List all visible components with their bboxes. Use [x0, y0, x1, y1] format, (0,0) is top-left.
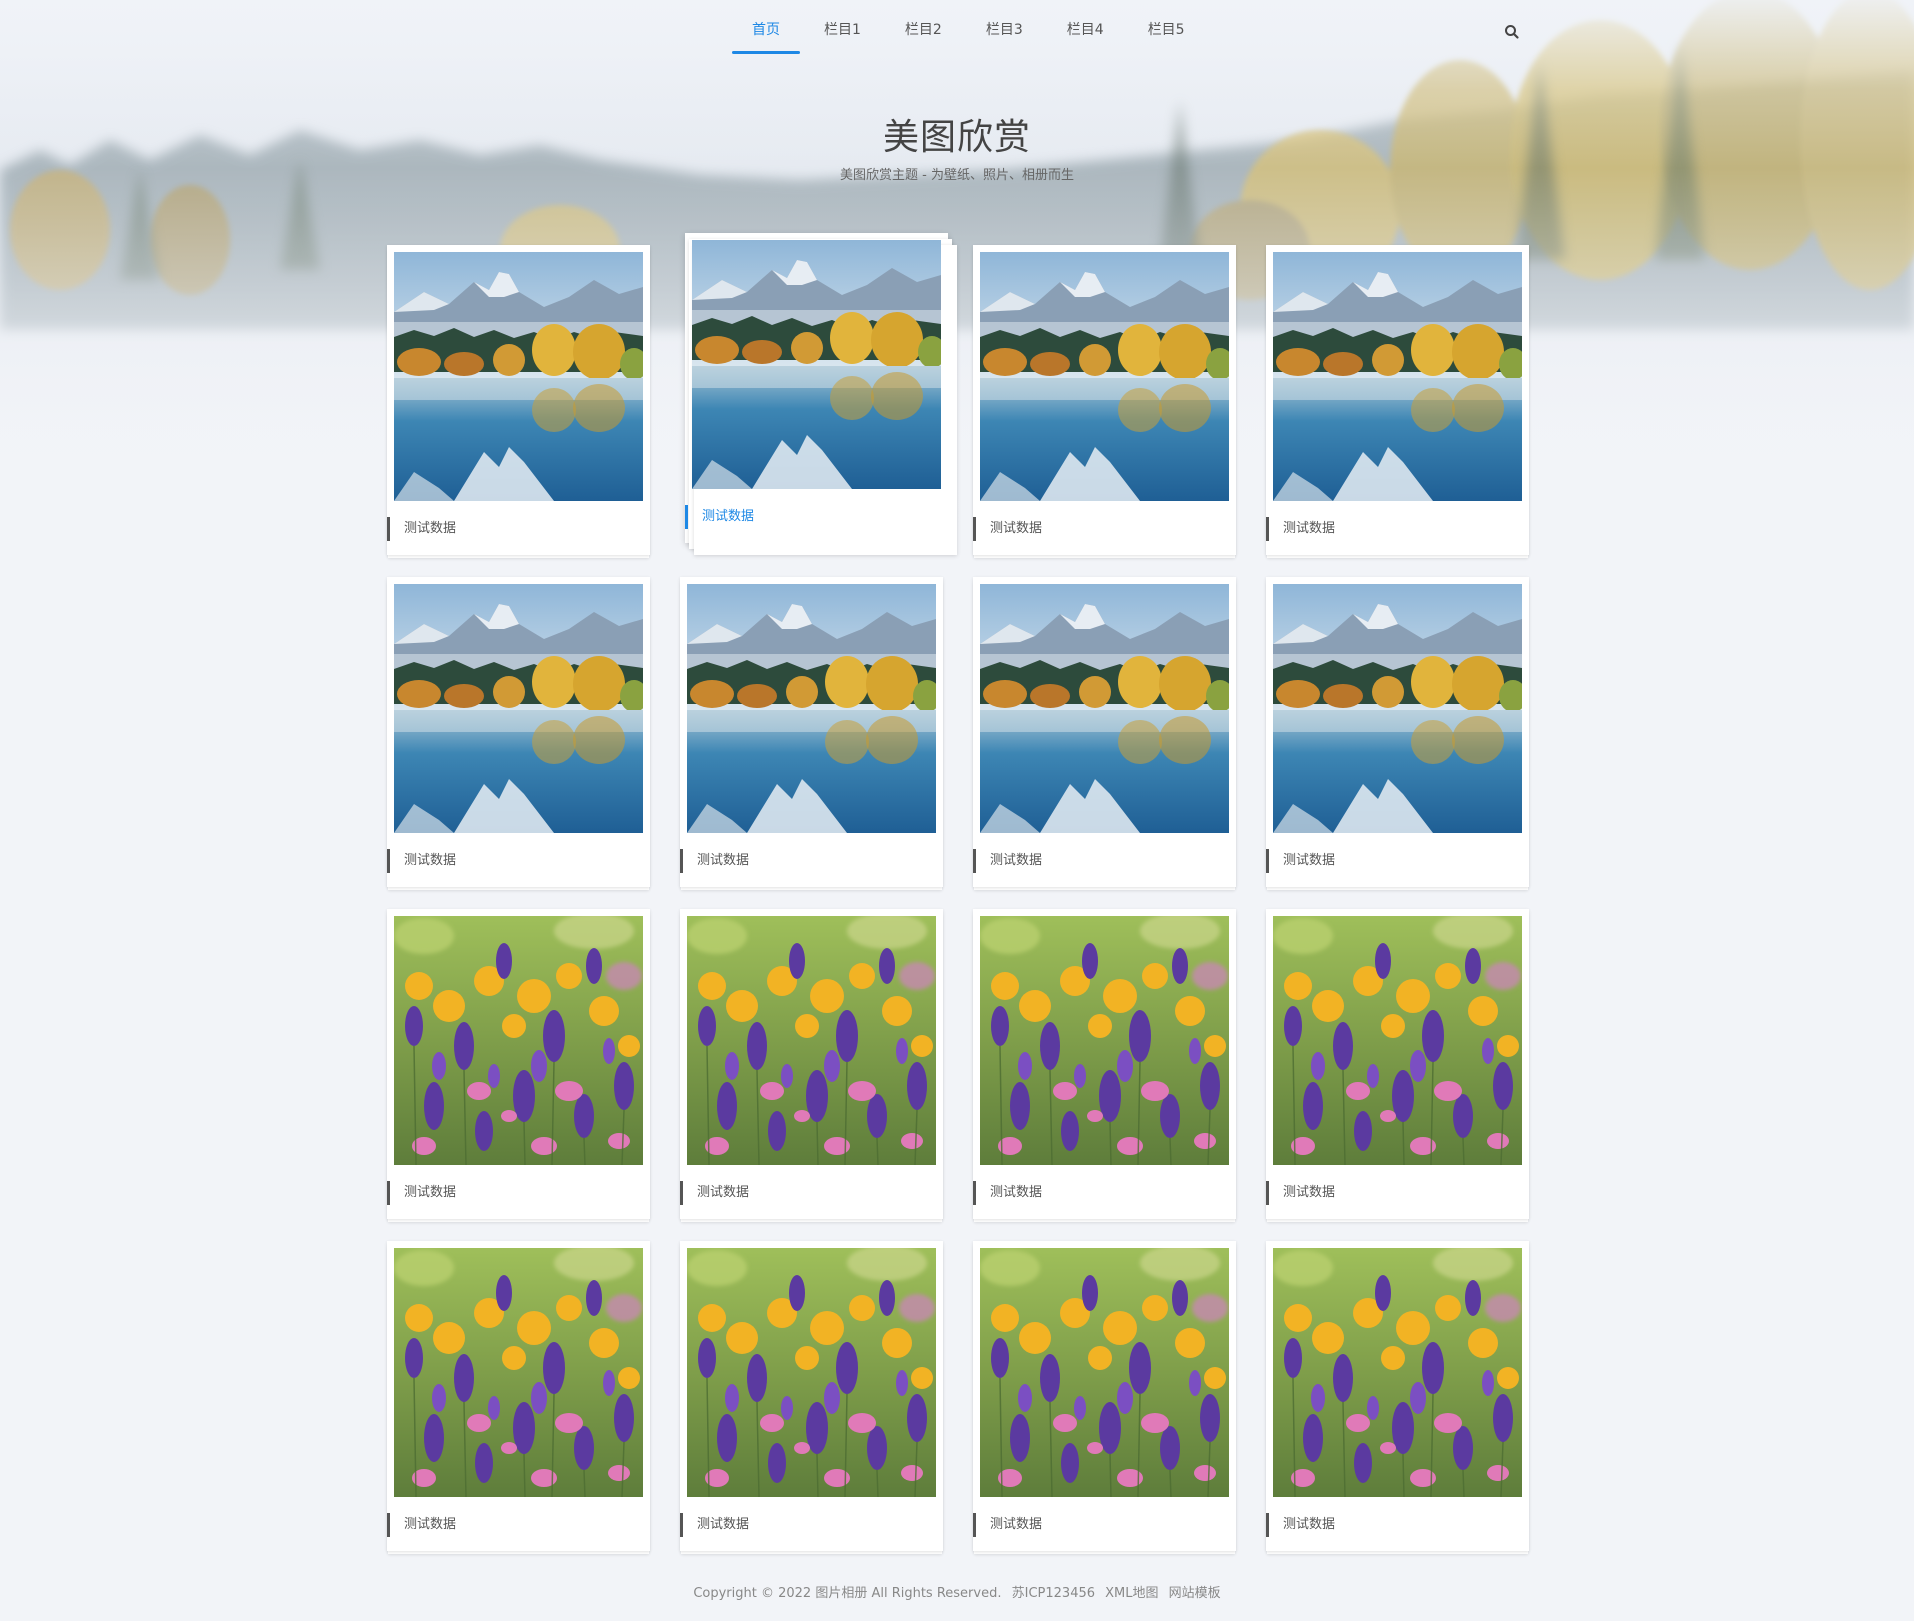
nav-item-column-4[interactable]: 栏目4	[1047, 0, 1124, 56]
flower-field-photo	[1273, 916, 1522, 1165]
gallery-image[interactable]	[980, 916, 1229, 1165]
gallery-card-5[interactable]: 测试数据	[387, 577, 650, 887]
mountain-lake-photo	[980, 584, 1229, 833]
flower-field-photo	[687, 916, 936, 1165]
gallery-image[interactable]	[1273, 1248, 1522, 1497]
gallery-card-4[interactable]: 测试数据	[1266, 245, 1529, 555]
page-title: 美图欣赏	[882, 117, 1031, 158]
gallery-image[interactable]	[394, 584, 643, 833]
top-navigation: 首页 栏目1 栏目2 栏目3 栏目4 栏目5	[0, 0, 1914, 60]
gallery-card-6[interactable]: 测试数据	[680, 577, 943, 887]
gallery-card-10[interactable]: 测试数据	[680, 909, 943, 1219]
nav-item-column-3[interactable]: 栏目3	[966, 0, 1043, 56]
mountain-lake-photo	[692, 240, 941, 489]
gallery-card-label[interactable]: 测试数据	[387, 1513, 456, 1537]
page-subtitle: 美图欣赏主题 - 为壁纸、照片、相册而生	[840, 168, 1074, 183]
flower-field-photo	[980, 1248, 1229, 1497]
search-icon	[1505, 25, 1519, 39]
gallery-card-label[interactable]: 测试数据	[973, 517, 1042, 541]
gallery-image[interactable]	[1273, 584, 1522, 833]
gallery-card-label[interactable]: 测试数据	[973, 1513, 1042, 1537]
gallery-card-15[interactable]: 测试数据	[973, 1241, 1236, 1551]
gallery-card-label[interactable]: 测试数据	[685, 505, 754, 529]
flower-field-photo	[394, 916, 643, 1165]
search-button[interactable]	[1502, 22, 1522, 42]
gallery-card-label[interactable]: 测试数据	[973, 1181, 1042, 1205]
mountain-lake-photo	[980, 252, 1229, 501]
icp-link[interactable]: 苏ICP123456	[1012, 1586, 1095, 1601]
gallery-card-label[interactable]: 测试数据	[387, 1181, 456, 1205]
gallery-card-label[interactable]: 测试数据	[973, 849, 1042, 873]
gallery-card-7[interactable]: 测试数据	[973, 577, 1236, 887]
gallery-card-label[interactable]: 测试数据	[1266, 517, 1335, 541]
gallery-image[interactable]	[980, 1248, 1229, 1497]
nav-item-column-1[interactable]: 栏目1	[804, 0, 881, 56]
gallery-card-3[interactable]: 测试数据	[973, 245, 1236, 555]
gallery-image[interactable]	[1273, 916, 1522, 1165]
gallery-image[interactable]	[394, 252, 643, 501]
template-link[interactable]: 网站模板	[1169, 1586, 1221, 1601]
gallery-image[interactable]	[687, 584, 936, 833]
gallery-image[interactable]	[692, 240, 941, 489]
gallery-image[interactable]	[980, 584, 1229, 833]
nav-menu: 首页 栏目1 栏目2 栏目3 栏目4 栏目5	[732, 0, 1209, 56]
nav-item-column-2[interactable]: 栏目2	[885, 0, 962, 56]
gallery-image[interactable]	[687, 1248, 936, 1497]
mountain-lake-photo	[394, 252, 643, 501]
gallery-card-label[interactable]: 测试数据	[1266, 1181, 1335, 1205]
flower-field-photo	[980, 916, 1229, 1165]
mountain-lake-photo	[1273, 584, 1522, 833]
gallery-card-9[interactable]: 测试数据	[387, 909, 650, 1219]
gallery-card-label[interactable]: 测试数据	[387, 849, 456, 873]
site-footer: Copyright © 2022 图片相册 All Rights Reserve…	[0, 1582, 1914, 1601]
gallery-card-label[interactable]: 测试数据	[680, 1513, 749, 1537]
gallery-card-11[interactable]: 测试数据	[973, 909, 1236, 1219]
gallery-image[interactable]	[394, 916, 643, 1165]
gallery-card-8[interactable]: 测试数据	[1266, 577, 1529, 887]
gallery-grid: 测试数据 测试数据 测试数据 测试数据 测试数据 测试数据 测试数据 测试数据 …	[387, 233, 1529, 1551]
gallery-image[interactable]	[394, 1248, 643, 1497]
gallery-image[interactable]	[1273, 252, 1522, 501]
gallery-card-label[interactable]: 测试数据	[1266, 849, 1335, 873]
copyright-text: Copyright © 2022 图片相册 All Rights Reserve…	[693, 1586, 1002, 1601]
gallery-card-label[interactable]: 测试数据	[680, 1181, 749, 1205]
gallery-card-13[interactable]: 测试数据	[387, 1241, 650, 1551]
flower-field-photo	[1273, 1248, 1522, 1497]
gallery-card-2[interactable]: 测试数据	[685, 233, 957, 555]
mountain-lake-photo	[394, 584, 643, 833]
mountain-lake-photo	[1273, 252, 1522, 501]
flower-field-photo	[394, 1248, 643, 1497]
gallery-card-12[interactable]: 测试数据	[1266, 909, 1529, 1219]
gallery-image[interactable]	[687, 916, 936, 1165]
flower-field-photo	[687, 1248, 936, 1497]
gallery-card-1[interactable]: 测试数据	[387, 245, 650, 555]
gallery-card-label[interactable]: 测试数据	[1266, 1513, 1335, 1537]
gallery-card-label[interactable]: 测试数据	[680, 849, 749, 873]
gallery-card-label[interactable]: 测试数据	[387, 517, 456, 541]
gallery-card-14[interactable]: 测试数据	[680, 1241, 943, 1551]
gallery-image[interactable]	[980, 252, 1229, 501]
sitemap-link[interactable]: XML地图	[1105, 1586, 1158, 1601]
nav-item-home[interactable]: 首页	[732, 0, 800, 56]
mountain-lake-photo	[687, 584, 936, 833]
gallery-card-16[interactable]: 测试数据	[1266, 1241, 1529, 1551]
nav-item-column-5[interactable]: 栏目5	[1128, 0, 1205, 56]
